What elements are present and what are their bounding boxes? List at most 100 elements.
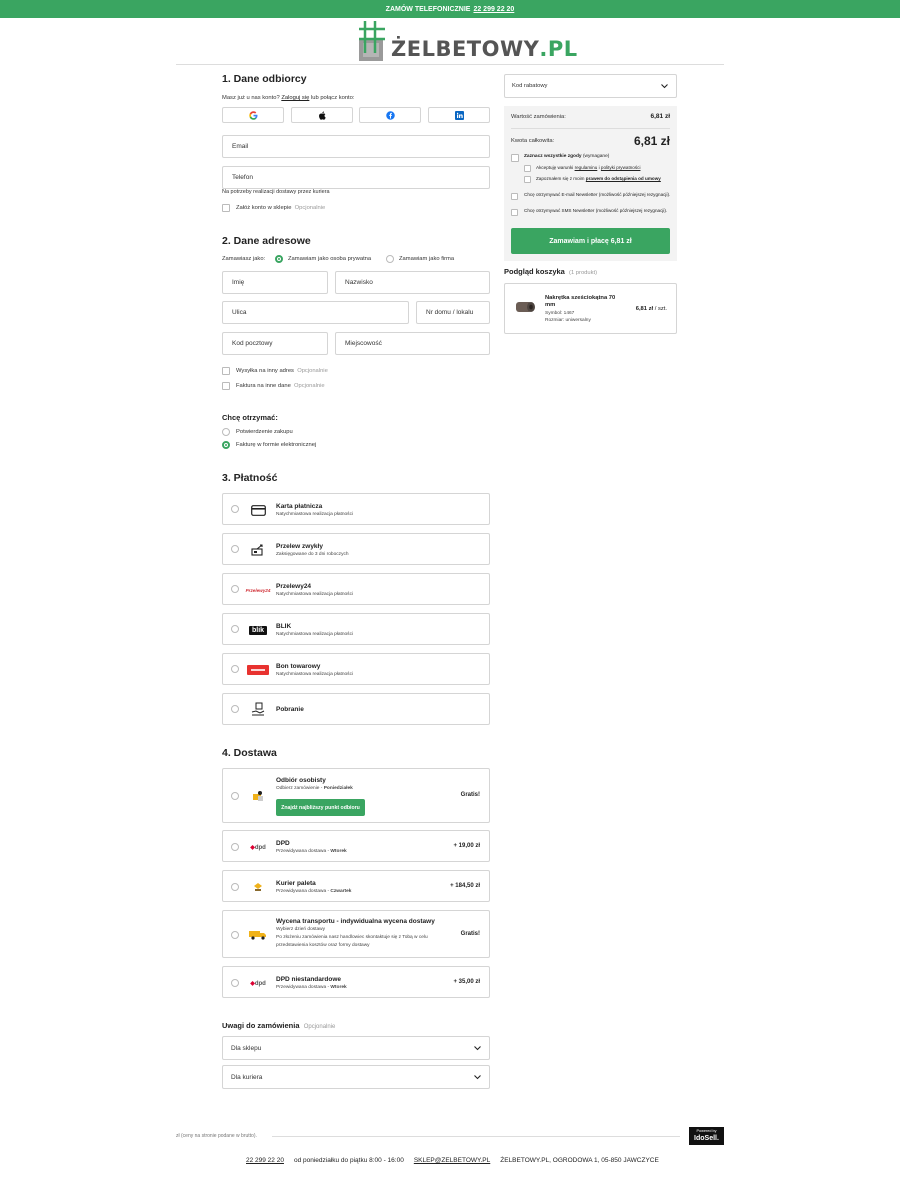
- google-login-button[interactable]: [222, 107, 284, 123]
- payment-transfer-radio[interactable]: [231, 545, 239, 553]
- withdrawal-row: Zapoznałem się z moim prawem do odstąpie…: [536, 176, 661, 182]
- site-logo[interactable]: ŻELBETOWY.PL: [357, 19, 578, 63]
- prices-note: zł (ceny na stronie podane w brutto).: [176, 1133, 257, 1139]
- notes-shop-dropdown[interactable]: Dla sklepu: [222, 1036, 490, 1060]
- payment-transfer-sub: Zaksięgowane do 3 dni roboczych: [276, 552, 349, 557]
- footer-contact-row: 22 299 22 20 od poniedziałku do piątku 8…: [246, 1157, 659, 1164]
- house-number-field[interactable]: Nr domu / lokalu: [416, 301, 490, 324]
- delivery-pallet-radio[interactable]: [231, 883, 239, 891]
- phone-field[interactable]: Telefon: [222, 166, 490, 189]
- blik-logo-text: blik: [248, 625, 268, 635]
- delivery-pickup-radio[interactable]: [231, 792, 239, 800]
- city-label: Miejscowość: [345, 340, 382, 347]
- delivery-pickup-sub: Odbierz zamówienie: [276, 786, 320, 791]
- terms-checkbox[interactable]: [524, 165, 531, 172]
- dpd-icon: ◆dpd: [247, 976, 269, 990]
- consent-all-label: Zaznacz wszystkie zgody: [524, 154, 582, 159]
- postal-code-label: Kod pocztowy: [232, 340, 273, 347]
- payment-blik-name: BLIK: [276, 623, 292, 630]
- payment-blik-radio[interactable]: [231, 625, 239, 633]
- city-field[interactable]: Miejscowość: [335, 332, 490, 355]
- truck-icon: [247, 928, 269, 942]
- other-invoice-row: Faktura na inne dane Opcjonalnie: [236, 383, 325, 389]
- electronic-invoice-radio[interactable]: [222, 441, 230, 449]
- total-label: Kwota całkowita:: [511, 138, 555, 144]
- discount-code-dropdown[interactable]: Kod rabatowy: [504, 74, 677, 98]
- sms-newsletter-checkbox[interactable]: [511, 209, 518, 216]
- summary-divider: [511, 128, 670, 129]
- dpd-icon: ◆dpd: [247, 840, 269, 854]
- topbar-phone-link[interactable]: 22 299 22 20: [473, 6, 514, 13]
- find-pickup-point-button[interactable]: Znajdź najbliższy punkt odbioru: [276, 799, 365, 816]
- private-person-radio[interactable]: [275, 255, 283, 263]
- facebook-login-button[interactable]: [359, 107, 421, 123]
- payment-card-sub: Natychmiastowa realizacja płatności: [276, 512, 354, 517]
- idosell-badge[interactable]: Powered by IdoSell.: [689, 1127, 724, 1145]
- privacy-link[interactable]: polityki prywatności: [601, 165, 641, 170]
- company-radio[interactable]: [386, 255, 394, 263]
- footer-hours: od poniedziałku do piątku 8:00 - 16:00: [293, 1157, 404, 1164]
- footer-phone-link[interactable]: 22 299 22 20: [246, 1157, 284, 1164]
- create-account-optional: Opcjonalnie: [294, 205, 326, 211]
- delivery-dpd-custom-price: + 35,00 zł: [453, 979, 480, 985]
- consent-all-checkbox[interactable]: [511, 154, 519, 162]
- chevron-down-icon: [661, 84, 668, 89]
- payment-option-przelewy24[interactable]: Przelewy24 Przelewy24 Natychmiastowa rea…: [222, 573, 490, 605]
- terms-link[interactable]: regulaminu: [575, 165, 598, 170]
- payment-voucher-name: Bon towarowy: [276, 663, 321, 670]
- address-title: 2. Dane adresowe: [222, 235, 311, 247]
- first-name-field[interactable]: Imię: [222, 271, 328, 294]
- delivery-option-dpd[interactable]: ◆dpd DPD Przewidywana dostawa - Wtorek +…: [222, 830, 490, 862]
- postal-code-field[interactable]: Kod pocztowy: [222, 332, 328, 355]
- footer-email-link[interactable]: SKLEP@ZELBETOWY.PL: [414, 1157, 490, 1164]
- payment-przelewy24-name: Przelewy24: [276, 583, 312, 590]
- dpd-logo-label: dpd: [254, 844, 266, 851]
- other-invoice-checkbox[interactable]: [222, 382, 230, 390]
- payment-option-blik[interactable]: blik BLIK Natychmiastowa realizacja płat…: [222, 613, 490, 645]
- payment-option-transfer[interactable]: Przelew zwykły Zaksięgowane do 3 dni rob…: [222, 533, 490, 565]
- delivery-option-dpd-custom[interactable]: ◆dpd DPD niestandardowe Przewidywana dos…: [222, 966, 490, 998]
- apple-login-button[interactable]: [291, 107, 353, 123]
- payment-voucher-sub: Natychmiastowa realizacja płatności: [276, 672, 354, 677]
- email-newsletter-checkbox[interactable]: [511, 193, 518, 200]
- delivery-pallet-sub: Przewidywana dostawa: [276, 889, 327, 894]
- create-account-row: Załóż konto w sklepie Opcjonalnie: [236, 205, 325, 211]
- delivery-dpd-radio[interactable]: [231, 843, 239, 851]
- payment-option-voucher[interactable]: Bon towarowy Natychmiastowa realizacja p…: [222, 653, 490, 685]
- email-label: Email: [232, 143, 249, 150]
- delivery-option-quote[interactable]: Wycena transportu - indywidualna wycena …: [222, 910, 490, 958]
- payment-przelewy24-radio[interactable]: [231, 585, 239, 593]
- delivery-option-pallet[interactable]: Kurier paleta Przewidywana dostawa - Czw…: [222, 870, 490, 902]
- facebook-icon: [385, 110, 395, 120]
- order-value-label: Wartość zamówienia:: [511, 114, 566, 120]
- delivery-option-pickup[interactable]: Odbiór osobisty Odbierz zamówienie - Pon…: [222, 768, 490, 823]
- notes-courier-dropdown[interactable]: Dla kuriera: [222, 1065, 490, 1089]
- street-field[interactable]: Ulica: [222, 301, 409, 324]
- voucher-icon: [247, 663, 269, 677]
- payment-option-card[interactable]: Karta płatnicza Natychmiastowa realizacj…: [222, 493, 490, 525]
- payment-option-cod[interactable]: Pobranie: [222, 693, 490, 725]
- withdrawal-checkbox[interactable]: [524, 176, 531, 183]
- login-link[interactable]: Zaloguj się: [281, 95, 309, 101]
- cart-title-row: Podgląd koszyka (1 produkt): [504, 267, 597, 276]
- email-field[interactable]: Email: [222, 135, 490, 158]
- linkedin-login-button[interactable]: [428, 107, 490, 123]
- cash-on-delivery-icon: [247, 702, 269, 716]
- order-and-pay-button[interactable]: Zamawiam i płacę 6,81 zł: [511, 228, 670, 254]
- product-name[interactable]: Nakrętka sześciokątna 70 mm: [545, 295, 623, 309]
- other-address-checkbox[interactable]: [222, 367, 230, 375]
- cart-item[interactable]: Nakrętka sześciokątna 70 mm Symbol: 1467…: [504, 283, 677, 334]
- create-account-checkbox[interactable]: [222, 204, 230, 212]
- logo-prefix: ŻELBETOWY: [391, 37, 540, 61]
- withdrawal-link[interactable]: prawem do odstąpienia od umowy: [586, 176, 661, 181]
- payment-card-radio[interactable]: [231, 505, 239, 513]
- delivery-quote-radio[interactable]: [231, 931, 239, 939]
- header-divider: [176, 64, 724, 65]
- purchase-confirmation-radio[interactable]: [222, 428, 230, 436]
- payment-voucher-radio[interactable]: [231, 665, 239, 673]
- delivery-dpd-custom-radio[interactable]: [231, 979, 239, 987]
- last-name-field[interactable]: Nazwisko: [335, 271, 490, 294]
- order-value: 6,81 zł: [650, 113, 670, 120]
- payment-cod-radio[interactable]: [231, 705, 239, 713]
- company-label: Zamawiam jako firma: [399, 256, 455, 262]
